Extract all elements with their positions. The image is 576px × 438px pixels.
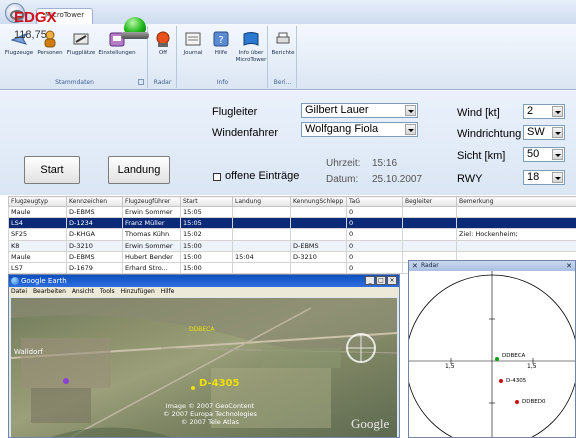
red-light-icon [156,31,170,47]
map-marker-d4305[interactable]: D-4305 [199,378,239,389]
radar-target-d4305 [499,379,503,383]
radar-target-ddbed0 [515,400,519,404]
chevron-down-icon[interactable] [552,106,563,117]
maximize-button[interactable]: □ [376,276,386,285]
google-earth-titlebar[interactable]: Google Earth _ □ × [9,275,399,287]
menu-ansicht[interactable]: Ansicht [72,288,94,295]
table-row[interactable]: Maule D-EBMS Erwin Sommer 15:05 0 [8,205,576,219]
chevron-down-icon[interactable] [552,172,563,183]
radar-window[interactable]: ✕ Radar ✕ 1,5 1,5 DDBECA D-4305 DDBED0 [408,260,576,438]
printer-icon [276,32,290,44]
chevron-down-icon[interactable] [405,105,416,116]
radar-titlebar[interactable]: ✕ Radar ✕ [409,261,575,271]
offene-eintraege-checkbox[interactable] [213,173,221,181]
group-title-stammdaten: Stammdaten [55,79,94,86]
info-button[interactable]: Info über MicroTower [234,28,268,68]
menu-datei[interactable]: Datei [11,288,27,295]
radar-label-ddbed0: DDBED0 [522,399,546,405]
dialog-launcher-icon[interactable] [138,79,144,85]
windrichtung-label: Windrichtung [457,128,522,140]
menu-hinzufuegen[interactable]: Hinzufügen [121,288,155,295]
table-row-selected[interactable]: LS4 D-1234 Franz Müller 15:05 0 [8,217,576,230]
table-row[interactable]: SF25 D-KHGA Thomas Kühn 15:02 0 Ziel: Hockenh… [8,228,576,241]
airfield-frequency: 118,75 [14,29,47,41]
ribbon: Flugzeuge Personen Flugplätze Einstellun… [0,24,576,90]
ribbon-group-radar: Off Radar [149,26,177,88]
radar-scale-right: 1,5 [527,363,537,370]
rwy-select[interactable]: 18 [523,170,565,185]
globe-icon [11,277,19,285]
airfield-code: EDGX [14,9,57,26]
table-header: Flugzeugtyp Kennzeichen Flugzeugführer S… [8,196,576,207]
windrichtung-select[interactable]: SW [523,125,565,140]
minimize-button[interactable]: _ [365,276,375,285]
table-row[interactable]: K8 D-3210 Erwin Sommer 15:00 D-EBMS 0 [8,239,576,252]
menu-tools[interactable]: Tools [100,288,115,295]
satellite-map[interactable]: Walldorf DDBECA D-4305 Image © 2007 GeoC… [11,298,397,437]
windenfahrer-select[interactable]: Wolfgang Fiola [301,122,418,137]
airfield-icon [73,33,89,45]
column-header[interactable]: Flugzeugtyp [8,196,67,207]
flugleiter-label: Flugleiter [212,106,258,118]
google-earth-menubar: Datei Bearbeiten Ansicht Tools Hinzufüge… [9,287,399,297]
radar-off-button[interactable]: Off [149,28,177,68]
place-label: Walldorf [14,348,43,356]
menu-bearbeiten[interactable]: Bearbeiten [33,288,66,295]
close-button[interactable]: ✕ [566,261,572,271]
uhrzeit-label: Uhrzeit: [326,158,361,169]
chevron-down-icon[interactable] [405,124,416,135]
sicht-label: Sicht [km] [457,150,506,162]
google-earth-window[interactable]: Google Earth _ □ × Datei Bearbeiten Ansi… [8,274,400,438]
radar-icon: ✕ [412,262,418,270]
chevron-down-icon[interactable] [552,149,563,160]
ribbon-group-berichte: Berichte Beri... [269,26,297,88]
group-title-info: Info [216,79,229,86]
windenfahrer-label: Windenfahrer [212,127,279,139]
flugplaetze-button[interactable]: Flugplätze [66,28,96,68]
datum-value: 25.10.2007 [372,174,423,185]
flugleiter-select[interactable]: Gilbert Lauer [301,103,418,118]
menu-hilfe[interactable]: Hilfe [161,288,175,295]
wind-label: Wind [kt] [457,107,500,119]
column-header[interactable]: TaG [346,196,403,207]
column-header[interactable]: Start [180,196,233,207]
column-header[interactable]: Begleiter [402,196,457,207]
datum-label: Datum: [326,174,359,185]
radar-label-d4305: D-4305 [506,378,527,384]
status-light-icon [121,17,149,39]
start-button[interactable]: Start [24,156,80,184]
info-book-icon [243,32,259,46]
wind-select[interactable]: 2 [523,104,565,119]
column-header[interactable]: Flugzeugführer [122,196,181,207]
offene-eintraege-label: offene Einträge [225,170,300,182]
radar-label-ddbeca: DDBECA [502,353,526,359]
ribbon-group-info: Journal ? Hilfe Info über MicroTower Inf… [178,26,268,88]
column-header[interactable]: KennungSchlepp [290,196,347,207]
rwy-label: RWY [457,173,483,185]
google-logo: Google [351,416,390,431]
journal-icon [185,32,201,46]
journal-button[interactable]: Journal [178,28,208,68]
sicht-select[interactable]: 50 [523,147,565,162]
radar-target-ddbeca [495,357,499,361]
column-header[interactable]: Landung [232,196,291,207]
uhrzeit-value: 15:16 [372,158,398,169]
berichte-button[interactable]: Berichte [269,28,297,68]
column-header[interactable]: Kennzeichen [66,196,123,207]
hilfe-button[interactable]: ? Hilfe [206,28,236,68]
group-title-berichte: Beri... [273,79,292,86]
map-copyright: Image © 2007 GeoContent © 2007 Europa Te… [163,402,257,426]
help-icon: ? [213,31,229,47]
chevron-down-icon[interactable] [552,127,563,138]
group-title-radar: Radar [153,79,172,86]
svg-text:?: ? [218,35,223,46]
close-button[interactable]: × [387,276,397,285]
column-header[interactable]: Bemerkung [456,196,576,207]
ribbon-header: MicroTower [0,0,576,24]
landing-button[interactable]: Landung [108,156,170,184]
map-marker-ddbeca[interactable]: DDBECA [189,326,214,333]
radar-scale-left: 1,5 [445,363,455,370]
